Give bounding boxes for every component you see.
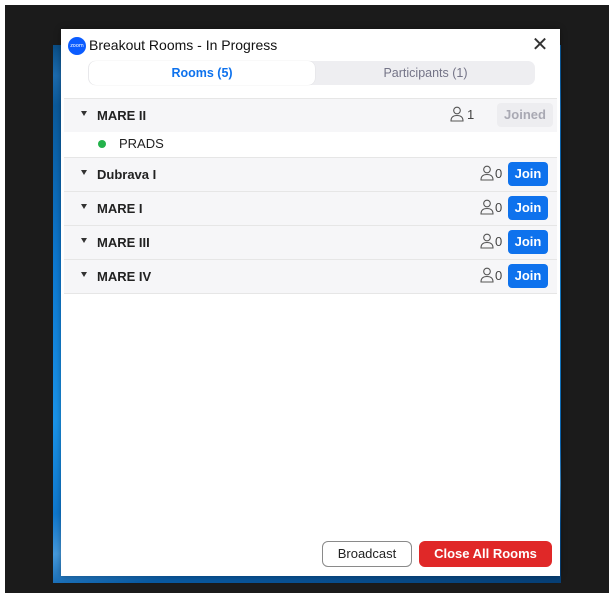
person-icon [480, 267, 494, 283]
person-icon [480, 165, 494, 181]
room-name: MARE II [97, 108, 147, 123]
join-button[interactable]: Join [508, 196, 548, 220]
close-all-rooms-button[interactable]: Close All Rooms [419, 541, 552, 567]
window-title: Breakout Rooms - In Progress [89, 37, 278, 53]
tab-rooms[interactable]: Rooms (5) [89, 61, 315, 85]
breakout-rooms-dialog: zoom Breakout Rooms - In Progress ✕ Room… [61, 29, 560, 576]
room-row[interactable]: MARE III 0 Join [64, 225, 557, 259]
tab-bar: Rooms (5) Participants (1) [88, 61, 535, 85]
caret-down-icon[interactable] [81, 272, 87, 277]
caret-down-icon[interactable] [81, 170, 87, 175]
room-name: Dubrava I [97, 167, 157, 182]
tab-participants[interactable]: Participants (1) [316, 61, 535, 85]
room-row[interactable]: MARE II 1 Joined [64, 98, 557, 132]
person-icon [480, 199, 494, 215]
online-status-indicator [98, 140, 106, 148]
participant-name: PRADS [119, 136, 164, 151]
participant-count: 1 [467, 107, 475, 122]
room-name: MARE III [97, 235, 150, 250]
rooms-list: MARE II 1 Joined PRADS Dubrava I 0 Join [64, 98, 557, 294]
room-name: MARE IV [97, 269, 152, 284]
participant-count: 0 [495, 234, 503, 249]
zoom-logo-icon: zoom [68, 37, 86, 55]
room-row[interactable]: MARE IV 0 Join [64, 259, 557, 294]
caret-down-icon[interactable] [81, 111, 87, 116]
join-button[interactable]: Join [508, 264, 548, 288]
person-icon [450, 106, 464, 122]
caret-down-icon[interactable] [81, 204, 87, 209]
broadcast-button[interactable]: Broadcast [322, 541, 412, 567]
close-icon[interactable]: ✕ [530, 33, 550, 55]
participant-count: 0 [495, 200, 503, 215]
join-button[interactable]: Join [508, 230, 548, 254]
room-row[interactable]: Dubrava I 0 Join [64, 157, 557, 191]
room-name: MARE I [97, 201, 143, 216]
person-icon [480, 233, 494, 249]
participant-count: 0 [495, 268, 503, 283]
joined-button: Joined [497, 103, 553, 127]
participant-row: PRADS [64, 132, 557, 157]
caret-down-icon[interactable] [81, 238, 87, 243]
participant-count: 0 [495, 166, 503, 181]
title-bar[interactable]: zoom Breakout Rooms - In Progress ✕ [61, 29, 560, 59]
join-button[interactable]: Join [508, 162, 548, 186]
room-row[interactable]: MARE I 0 Join [64, 191, 557, 225]
